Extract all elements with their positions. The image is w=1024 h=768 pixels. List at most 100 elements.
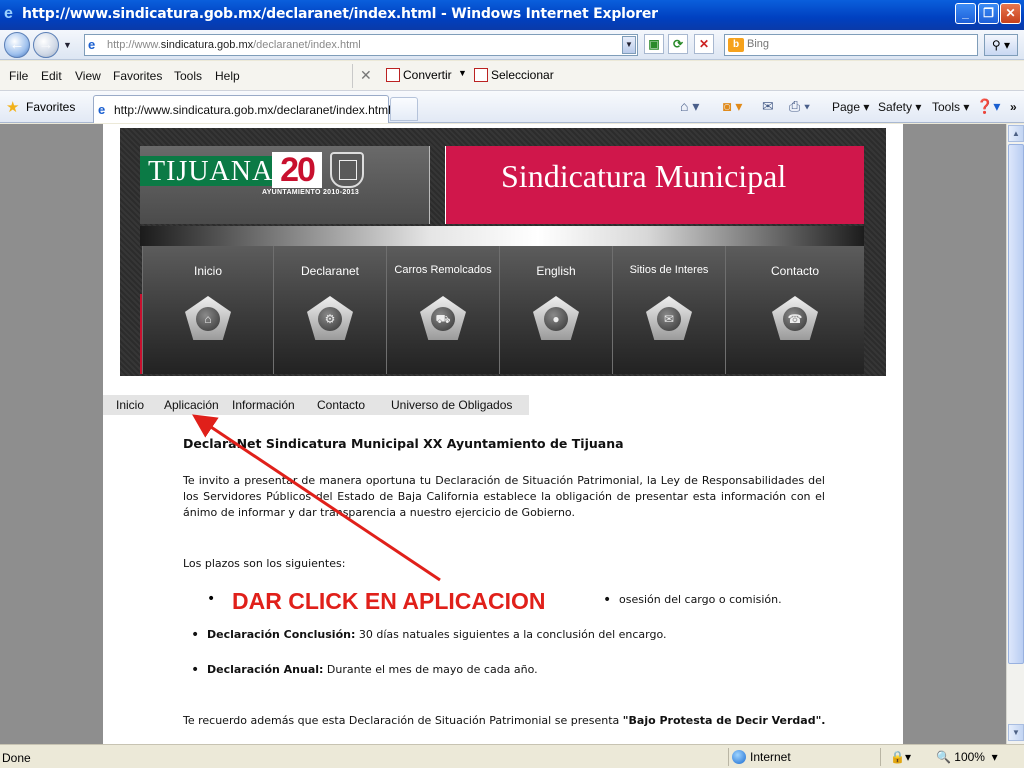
envelope-icon: ✉ — [657, 307, 681, 331]
scroll-thumb[interactable] — [1008, 144, 1024, 664]
nav-sitios-de-interes[interactable]: Sitios de Interes ✉ — [612, 246, 725, 374]
convertir-button[interactable]: Convertir — [386, 68, 452, 82]
close-toolbar-icon[interactable]: ✕ — [360, 67, 372, 84]
site-menu-aplicacion[interactable]: Aplicación — [164, 398, 219, 412]
window-title-bar: e http://www.sindicatura.gob.mx/declaran… — [0, 0, 1024, 30]
search-button[interactable]: ⚲ ▾ — [984, 34, 1018, 56]
nav-label: Contacto — [770, 264, 820, 278]
site-title-banner: Sindicatura Municipal — [445, 146, 864, 224]
globe-icon — [732, 750, 746, 764]
tab-page-icon: e — [98, 102, 106, 117]
nav-label: Sitios de Interes — [629, 264, 709, 276]
menu-favorites[interactable]: Favorites — [113, 69, 162, 83]
bullet-anual: Declaración Anual: Durante el mes de may… — [191, 662, 538, 678]
convertir-dropdown-icon[interactable]: ▼ — [458, 68, 467, 78]
page-icon: e — [88, 37, 96, 52]
safety-menu[interactable]: Safety ▾ — [878, 100, 921, 114]
nav-carros-remolcados[interactable]: Carros Remolcados ⛟ — [386, 246, 499, 374]
pdf-convert-icon — [386, 68, 400, 82]
nav-label: English — [536, 264, 576, 278]
nav-declaranet[interactable]: Declaranet ⚙ — [273, 246, 386, 374]
address-bar[interactable]: e http://www.sindicatura.gob.mx/declaran… — [84, 34, 638, 56]
site-nav-bar: Inicio ⌂ Declaranet ⚙ Carros Remolcados … — [140, 246, 864, 374]
site-menu: Inicio Aplicación Información Contacto U… — [103, 395, 529, 415]
intro-paragraph: Te invito a presentar de manera oportuna… — [183, 474, 825, 519]
new-tab-button[interactable] — [390, 97, 418, 121]
header-accent-line — [140, 294, 142, 374]
address-dropdown-icon[interactable]: ▼ — [622, 36, 636, 54]
phone-icon: ☎ — [783, 307, 807, 331]
window-title: http://www.sindicatura.gob.mx/declaranet… — [22, 6, 658, 22]
header-chrome-bar — [140, 226, 864, 246]
logo-subtitle: AYUNTAMIENTO 2010-2013 — [262, 189, 360, 196]
scroll-down-button[interactable]: ▼ — [1008, 724, 1024, 741]
favorites-bar: ★ Favorites e http://www.sindicatura.gob… — [0, 91, 1024, 123]
tab-label: http://www.sindicatura.gob.mx/declaranet… — [114, 103, 391, 117]
status-separator — [728, 748, 729, 766]
site-title: Sindicatura Municipal — [501, 158, 787, 194]
status-bar: Done Internet 🔒▾ 🔍 100% ▾ — [0, 744, 1024, 768]
mail-icon[interactable]: ✉ — [762, 98, 774, 115]
site-menu-contacto[interactable]: Contacto — [317, 398, 365, 412]
address-url: http://www.sindicatura.gob.mx/declaranet… — [107, 39, 361, 51]
city-seal-icon — [330, 152, 364, 188]
select-icon — [474, 68, 488, 82]
home-icon[interactable]: ⌂ ▾ — [680, 98, 699, 115]
browser-viewport: TIJUANA 20 AYUNTAMIENTO 2010-2013 Sindic… — [0, 124, 1006, 744]
bullet-posesion: osesión del cargo o comisión. — [603, 592, 782, 608]
plazos-text: Los plazos son los siguientes: — [183, 557, 346, 570]
forward-button[interactable]: → — [33, 32, 59, 58]
minimize-button[interactable]: _ — [955, 3, 976, 24]
status-text: Done — [2, 751, 31, 765]
bullet-conclusion: Declaración Conclusión: 30 días natuales… — [191, 627, 666, 643]
menu-edit[interactable]: Edit — [41, 69, 62, 83]
help-icon[interactable]: ❓▾ — [976, 98, 1000, 115]
security-zone: Internet — [732, 750, 791, 764]
menu-help[interactable]: Help — [215, 69, 240, 83]
scroll-up-button[interactable]: ▲ — [1008, 125, 1024, 142]
site-menu-universo-de-obligados[interactable]: Universo de Obligados — [391, 398, 512, 412]
menu-file[interactable]: File — [9, 69, 28, 83]
tools-menu[interactable]: Tools ▾ — [932, 100, 969, 114]
menu-view[interactable]: View — [75, 69, 101, 83]
status-separator — [880, 748, 881, 766]
favorites-button[interactable]: Favorites — [26, 100, 75, 114]
feeds-icon[interactable]: ◙ ▾ — [723, 98, 742, 115]
site-header: TIJUANA 20 AYUNTAMIENTO 2010-2013 Sindic… — [120, 128, 886, 376]
menu-separator — [352, 64, 353, 88]
protected-mode-icon[interactable]: 🔒▾ — [890, 750, 911, 764]
nav-label: Inicio — [193, 264, 222, 278]
print-icon[interactable]: ⎙ ▾ — [789, 98, 810, 115]
nav-contacto[interactable]: Contacto ☎ — [725, 246, 864, 374]
menu-bar: File Edit View Favorites Tools Help ✕ Co… — [0, 61, 1024, 91]
logo-number: 20 — [272, 152, 322, 188]
home-icon: ⌂ — [196, 307, 220, 331]
tijuana-logo[interactable]: TIJUANA 20 AYUNTAMIENTO 2010-2013 — [140, 146, 430, 224]
refresh-icon[interactable]: ⟳ — [668, 34, 688, 54]
site-menu-informacion[interactable]: Información — [232, 398, 295, 412]
zoom-level[interactable]: 🔍 100% ▾ — [936, 750, 998, 764]
restore-button[interactable]: ❐ — [978, 3, 999, 24]
nav-english[interactable]: English ● — [499, 246, 612, 374]
web-page: TIJUANA 20 AYUNTAMIENTO 2010-2013 Sindic… — [103, 124, 903, 744]
browser-tab[interactable]: e http://www.sindicatura.gob.mx/declaran… — [93, 95, 391, 123]
vertical-scrollbar[interactable]: ▲ ▼ — [1006, 124, 1024, 744]
nav-label: Carros Remolcados — [394, 264, 492, 276]
nav-inicio[interactable]: Inicio ⌂ — [142, 246, 273, 374]
search-box: b — [724, 34, 978, 56]
nav-label: Declaranet — [300, 264, 360, 278]
compatibility-view-icon[interactable]: ▣ — [644, 34, 664, 54]
footer-paragraph: Te recuerdo además que esta Declaración … — [183, 714, 826, 727]
stop-icon[interactable]: ✕ — [694, 34, 714, 54]
more-commands-icon[interactable]: » — [1010, 100, 1017, 114]
person-icon: ● — [544, 307, 568, 331]
back-button[interactable]: ← — [4, 32, 30, 58]
close-button[interactable]: ✕ — [1000, 3, 1021, 24]
site-menu-inicio[interactable]: Inicio — [116, 398, 144, 412]
search-input[interactable] — [747, 38, 967, 50]
menu-tools[interactable]: Tools — [174, 69, 202, 83]
recent-pages-dropdown-icon[interactable]: ▼ — [63, 40, 72, 50]
favorites-star-icon: ★ — [6, 99, 20, 116]
seleccionar-button[interactable]: Seleccionar — [474, 68, 554, 82]
page-menu[interactable]: Page ▾ — [832, 100, 869, 114]
